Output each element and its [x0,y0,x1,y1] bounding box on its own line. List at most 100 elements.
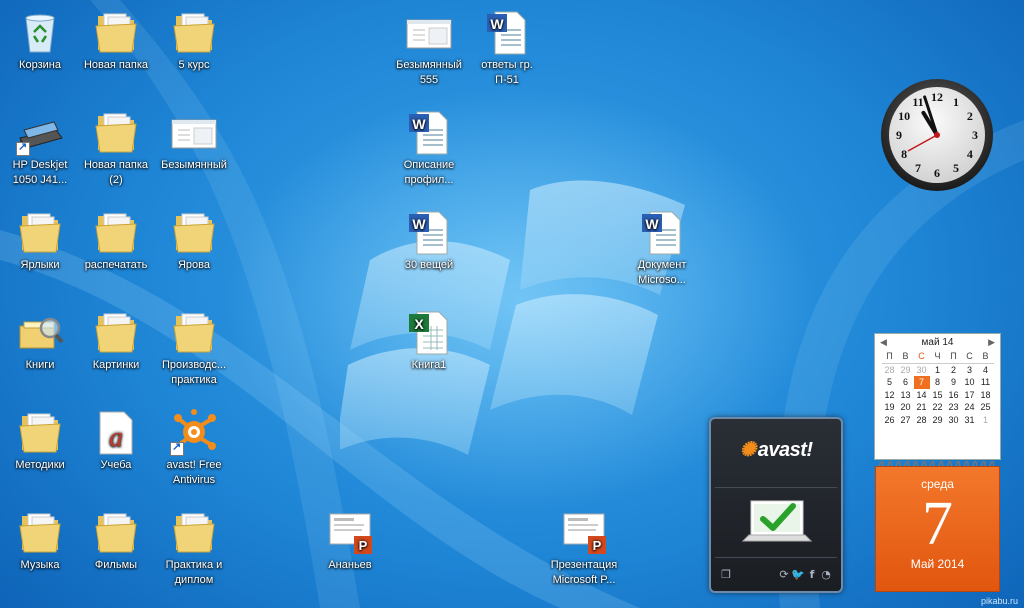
library-icon [16,308,64,356]
desktop-icon-yarlyki[interactable]: Ярлыки [0,208,80,273]
desktop-icon-kartinki[interactable]: Картинки [76,308,156,373]
twitter-icon[interactable]: 🐦 [791,568,805,581]
calendar-gadget[interactable]: ◀ май 14 ▶ ПВСЧПСВ 28 29 30 1 2 3 4 5 6 7 8 9 10 11 12… [874,333,1001,460]
calendar-day[interactable]: 27 [898,414,914,427]
desktop-icon-label: Практика и диплом [165,559,223,586]
desktop-icon-dokument-microsoft[interactable]: W Документ Microso... [622,208,702,288]
desktop-icon-bezymyanny-555[interactable]: Безымянный 555 [389,8,469,88]
desktop-icon-yarova[interactable]: Ярова [154,208,234,273]
desktop-icon-5-kurs[interactable]: 5 курс [154,8,234,73]
calendar-day[interactable]: 20 [898,401,914,414]
desktop-icon-label: ответы гр. П-51 [481,59,533,86]
desktop[interactable]: Корзина Новая папка 5 курс Безымянный 555 Wо… [0,0,1024,608]
desktop-icon-raspechatat[interactable]: распечатать [76,208,156,273]
desktop-icon-30-veshchey[interactable]: W 30 вещей [389,208,469,273]
rss-icon[interactable]: ◔ [819,568,833,581]
clock-numeral: 2 [967,109,973,123]
calendar-day[interactable]: 1 [978,414,994,427]
calendar-day[interactable]: 22 [930,401,946,414]
avast-gadget[interactable]: ✺ avast! ❐ ⟳ 🐦 f ◔ [709,417,843,593]
calendar-day[interactable]: 18 [978,389,994,402]
clock-numeral: 8 [901,147,907,161]
calendar-day[interactable]: 21 [914,401,930,414]
desktop-icon-metodiki[interactable]: Методики [0,408,80,473]
calendar-day[interactable]: 2 [946,363,962,376]
calendar-day[interactable]: 28 [914,414,930,427]
calendar-day[interactable]: 31 [962,414,978,427]
calendar-day[interactable]: 16 [946,389,962,402]
desktop-icon-proizvodstvennaya[interactable]: Производс... практика [154,308,234,388]
calendar-day[interactable]: 29 [930,414,946,427]
calendar-day[interactable]: 19 [882,401,898,414]
calendar-prev-icon[interactable]: ◀ [880,337,887,348]
folder-icon [16,408,64,456]
calendar-weekday-header: С [961,350,978,364]
calendar-grid: ПВСЧПСВ 28 29 30 1 2 3 4 5 6 7 8 9 10 11 12 13 14 15 16 17 1… [881,350,994,427]
calendar-day[interactable]: 30 [914,363,930,376]
calendar-day[interactable]: 6 [898,376,914,389]
desktop-icon-label: Презентация Microsoft P... [550,559,618,586]
desktop-icon-hp-deskjet[interactable]: HP Deskjet 1050 J41... [0,108,80,188]
svg-text:W: W [412,116,426,132]
calendar-weekday-header: В [897,350,914,364]
desktop-icon-knigi[interactable]: Книги [0,308,80,373]
calendar-day[interactable]: 3 [962,363,978,376]
desktop-icon-muzyka[interactable]: Музыка [0,508,80,573]
desktop-icon-prezentatsiya[interactable]: P Презентация Microsoft P... [544,508,624,588]
facebook-icon[interactable]: f [805,568,819,581]
folder-icon [92,108,140,156]
desktop-icon-ananev[interactable]: P Ананьев [310,508,390,573]
refresh-icon[interactable]: ⟳ [777,568,791,581]
calendar-day[interactable]: 13 [898,389,914,402]
clock-numeral: 9 [896,128,902,142]
calendar-day[interactable]: 10 [962,376,978,389]
calendar-next-icon[interactable]: ▶ [988,337,995,348]
calendar-day[interactable]: 23 [946,401,962,414]
folder-icon [170,208,218,256]
calendar-day[interactable]: 12 [882,389,898,402]
desktop-icon-label: Корзина [19,59,61,71]
clock-gadget[interactable]: 12 12 3 45678 9 1011 [874,78,1000,192]
calendar-day[interactable]: 30 [946,414,962,427]
calendar-day[interactable]: 7 [913,376,930,389]
desktop-icon-ucheba[interactable]: a Учеба [76,408,156,473]
desktop-icon-bezymyanny[interactable]: Безымянный [154,108,234,173]
calendar-day[interactable]: 26 [882,414,898,427]
calendar-day[interactable]: 15 [930,389,946,402]
folder-icon [16,208,64,256]
calendar-day[interactable]: 8 [930,376,946,389]
laptop-checkmark-icon[interactable] [741,497,813,553]
desktop-icon-avast-free[interactable]: avast! Free Antivirus [154,408,234,488]
calendar-day[interactable]: 5 [882,376,898,389]
calendar-day[interactable]: 11 [978,376,994,389]
clock-numeral: 7 [915,161,921,175]
desktop-icon-otvety-gr[interactable]: Wответы гр. П-51 [467,8,547,88]
desktop-icon-opisanie[interactable]: W Описание профил... [389,108,469,188]
calendar-day[interactable]: 17 [962,389,978,402]
calendar-day[interactable]: 25 [978,401,994,414]
window-thumbnail-icon [405,8,453,56]
calendar-day[interactable]: 9 [946,376,962,389]
calendar-day[interactable]: 1 [930,363,946,376]
calendar-day[interactable]: 14 [914,389,930,402]
calendar-day[interactable]: 4 [978,363,994,376]
calendar-day[interactable]: 28 [882,363,898,376]
desktop-icon-new-folder[interactable]: Новая папка [76,8,156,73]
desktop-icon-label: HP Deskjet 1050 J41... [12,159,68,186]
desktop-icon-label: Производс... практика [161,359,226,386]
folder-icon [16,508,64,556]
desktop-icon-kniga1[interactable]: X Книга1 [389,308,469,373]
calendar-day[interactable]: 24 [962,401,978,414]
window-icon[interactable]: ❐ [719,568,733,581]
calendar-day[interactable]: 29 [898,363,914,376]
window-thumbnail-icon [170,108,218,156]
calendar-page[interactable]: среда 7 Май 2014 [875,466,1000,592]
desktop-icon-praktika-diplom[interactable]: Практика и диплом [154,508,234,588]
desktop-icon-label: avast! Free Antivirus [166,459,222,486]
desktop-icon-recycle-bin[interactable]: Корзина [0,8,80,73]
desktop-icon-filmy[interactable]: Фильмы [76,508,156,573]
desktop-icon-new-folder-2[interactable]: Новая папка (2) [76,108,156,188]
folder-icon [92,308,140,356]
clock-numeral: 12 [931,90,943,104]
desktop-icon-label: Безымянный [161,159,227,171]
